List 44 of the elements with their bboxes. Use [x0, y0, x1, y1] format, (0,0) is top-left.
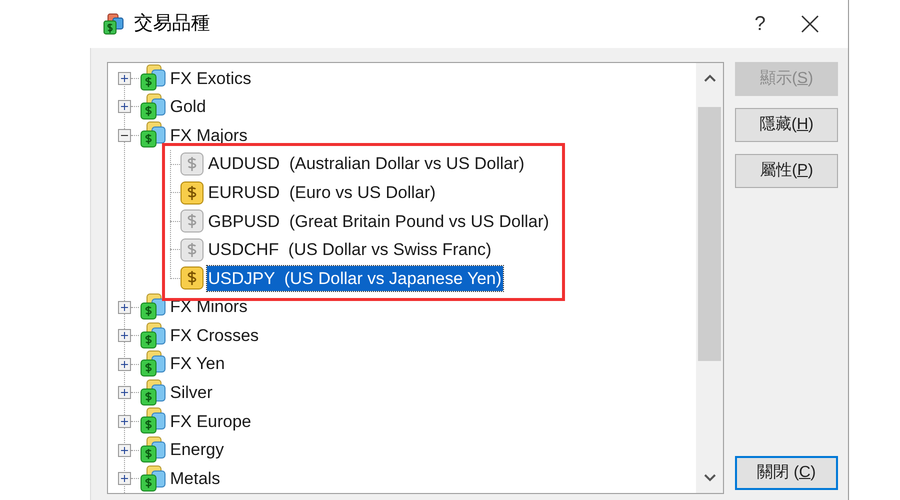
folder-stack-icon	[139, 293, 167, 322]
folder-stack-icon	[139, 322, 167, 350]
symbol-item[interactable]: AUDUSD (Australian Dollar vs US Dollar)	[207, 151, 526, 177]
close-icon	[801, 15, 819, 33]
expand-toggle[interactable]	[118, 358, 131, 371]
expand-toggle[interactable]	[118, 444, 131, 457]
folder-stack-icon	[139, 350, 167, 378]
group-label[interactable]: FX Majors	[170, 122, 248, 148]
window-title: 交易品種	[134, 12, 210, 36]
folder-stack-icon	[139, 464, 167, 493]
group-label[interactable]: FX Yen	[170, 351, 225, 377]
scrollbar-thumb[interactable]	[698, 107, 721, 361]
help-button[interactable]: ?	[740, 4, 780, 44]
group-label[interactable]: FX Crosses	[170, 322, 259, 348]
folder-stack-icon	[139, 436, 167, 464]
symbol-item[interactable]: EURUSD (Euro vs US Dollar)	[207, 180, 437, 206]
dialog-button[interactable]: 隱藏(H)	[735, 108, 838, 142]
symbol-item[interactable]: GBPUSD (Great Britain Pound vs US Dollar)	[207, 208, 550, 234]
expand-toggle[interactable]	[118, 72, 131, 85]
group-label[interactable]: FX Exotics	[170, 66, 252, 92]
expand-toggle[interactable]	[118, 300, 131, 314]
group-label[interactable]: Silver	[170, 380, 213, 406]
collapse-toggle[interactable]	[118, 128, 131, 142]
folder-stack-icon	[139, 121, 167, 150]
folder-stack-icon	[139, 92, 167, 121]
app-icon	[102, 12, 126, 36]
group-label[interactable]: Energy	[170, 437, 224, 463]
expand-toggle[interactable]	[118, 386, 131, 400]
expand-toggle[interactable]	[118, 100, 131, 114]
scroll-down-icon[interactable]	[702, 473, 716, 483]
folder-stack-icon	[139, 378, 167, 407]
expand-toggle[interactable]	[118, 472, 131, 486]
group-label[interactable]: Gold	[170, 94, 206, 120]
folder-stack-icon	[139, 407, 167, 436]
expand-toggle[interactable]	[118, 414, 131, 428]
folder-stack-icon	[139, 64, 167, 92]
symbol-item[interactable]: USDCHF (US Dollar vs Swiss Franc)	[207, 237, 492, 263]
dialog-button[interactable]: 關閉 (C)	[735, 456, 838, 490]
scroll-up-icon[interactable]	[702, 73, 716, 83]
group-label[interactable]: Metals	[170, 466, 220, 492]
group-label[interactable]: FX Europe	[170, 408, 252, 434]
symbol-item[interactable]: USDJPY (US Dollar vs Japanese Yen)	[207, 266, 503, 292]
expand-toggle[interactable]	[118, 329, 131, 342]
dialog-button[interactable]: 屬性(P)	[735, 154, 838, 188]
